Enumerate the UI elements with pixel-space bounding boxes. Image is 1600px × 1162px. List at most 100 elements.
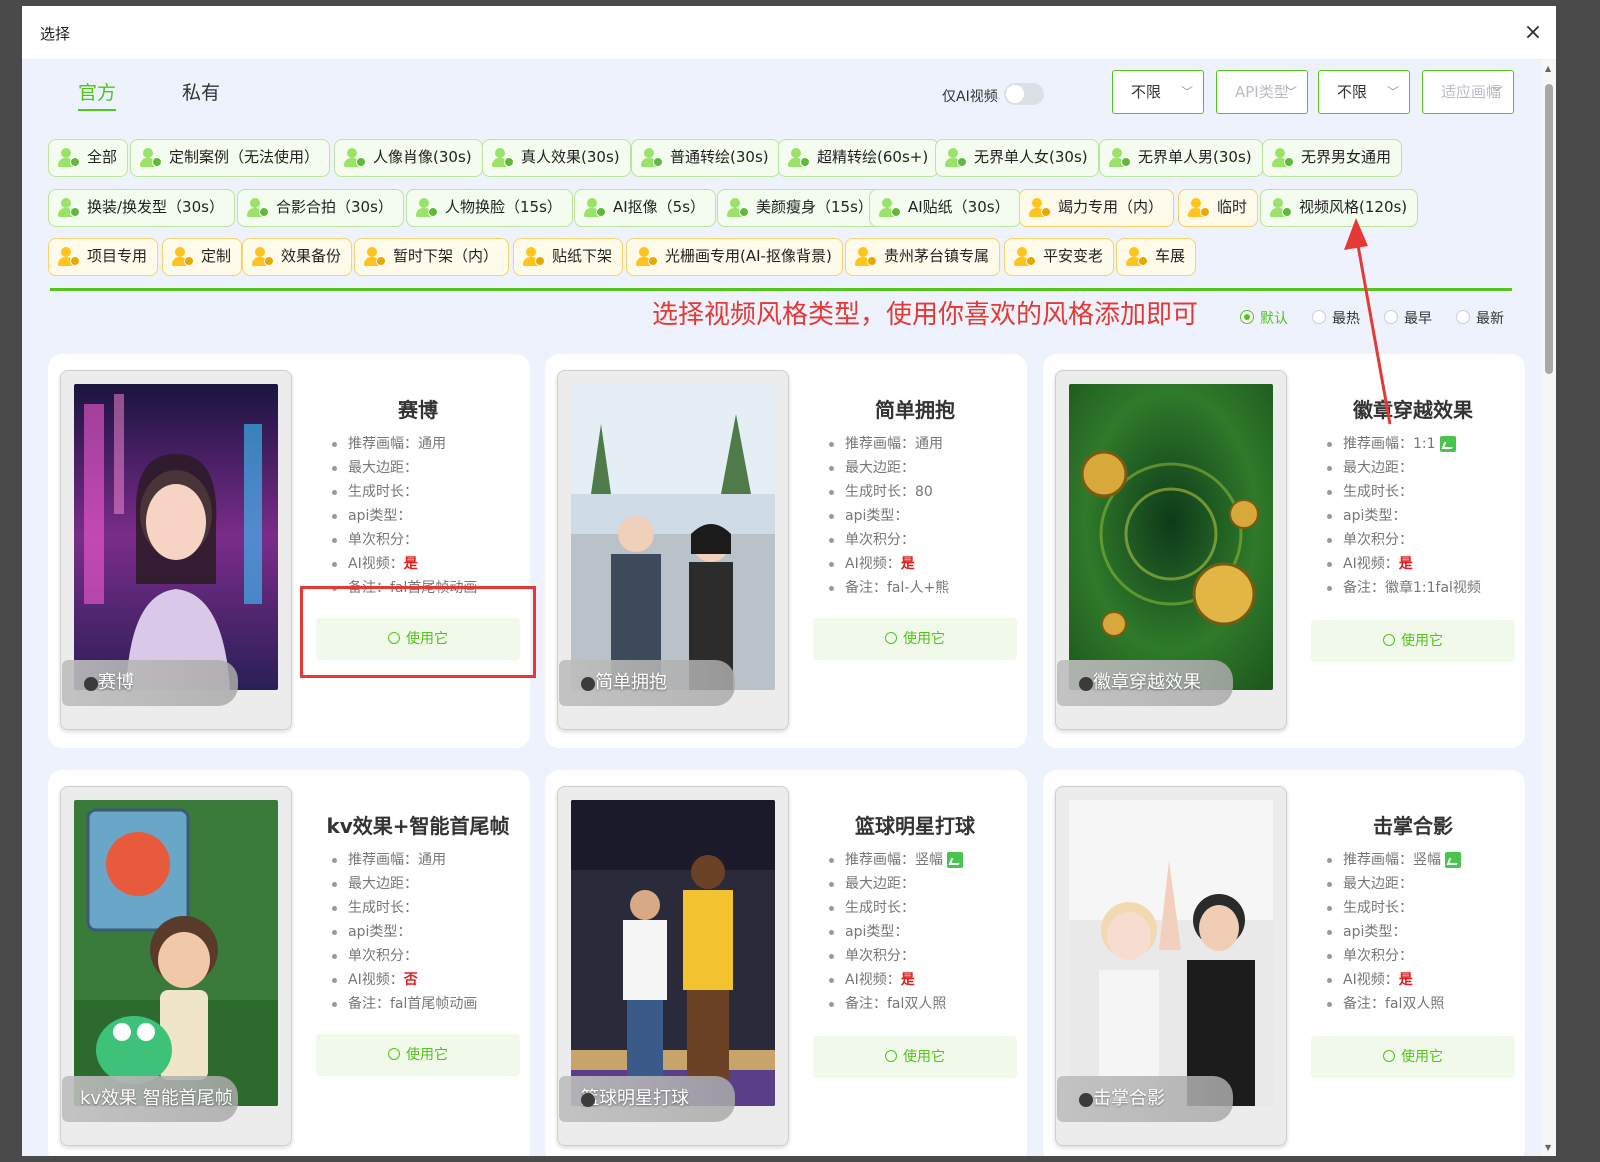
chevron-down-icon: ﹀	[1180, 85, 1193, 99]
card-title: 简单拥抱	[875, 398, 955, 422]
user-icon	[635, 246, 659, 268]
annotation-text: 选择视频风格类型，使用你喜欢的风格添加即可	[652, 300, 1199, 330]
filter-select-1[interactable]: 不限 ﹀	[1112, 70, 1204, 114]
scrollbar-thumb[interactable]	[1545, 84, 1553, 374]
close-icon[interactable]: ×	[1520, 20, 1546, 46]
thumbnail-image	[1069, 800, 1273, 1106]
category-chip[interactable]: 超精转绘(60s+)	[778, 139, 940, 177]
tab-official[interactable]: 官方	[78, 78, 117, 111]
sort-option-default[interactable]: 默认	[1240, 308, 1288, 328]
category-chip[interactable]: 普通转绘(30s)	[631, 139, 780, 177]
filter-select-3[interactable]: 不限 ﹀	[1318, 70, 1410, 114]
thumbnail-caption: 徽章穿越效果	[1057, 660, 1233, 706]
card-properties: 推荐画幅：通用 最大边距： 生成时长：80 api类型： 单次积分： AI视频：…	[829, 432, 949, 600]
use-button[interactable]: 使用它	[316, 1034, 520, 1076]
category-chip[interactable]: 竭力专用（内）	[1019, 189, 1175, 227]
category-chip[interactable]: 人物换脸（15s）	[406, 189, 573, 227]
filter-select-3-value: 不限	[1337, 83, 1368, 101]
template-card: 击掌合影 击掌合影 推荐画幅：竖幅 最大边距： 生成时长： api类型： 单次积…	[1043, 770, 1525, 1156]
vertical-scrollbar[interactable]: ▲ ▼	[1542, 60, 1556, 1156]
category-chip[interactable]: 美颜瘦身（15s）	[717, 189, 884, 227]
use-button[interactable]: 使用它	[1311, 1036, 1515, 1078]
template-card: kv效果 智能首尾帧 kv效果+智能首尾帧 推荐画幅：通用 最大边距： 生成时长…	[48, 770, 530, 1156]
category-chip[interactable]: AI贴纸（30s）	[869, 189, 1021, 227]
chevron-down-icon: ﹀	[1386, 85, 1399, 99]
category-chip[interactable]: 平安变老	[1004, 238, 1115, 276]
user-icon	[1187, 197, 1211, 219]
category-chip[interactable]: 临时	[1178, 189, 1259, 227]
card-title: 击掌合影	[1373, 814, 1453, 838]
highlight-box	[300, 586, 536, 678]
play-dot-icon	[1079, 677, 1093, 691]
scroll-down-arrow-icon[interactable]: ▼	[1545, 1143, 1551, 1152]
card-title: 赛博	[398, 398, 438, 422]
gear-icon	[885, 1050, 897, 1062]
card-properties: 推荐画幅：通用 最大边距： 生成时长： api类型： 单次积分： AI视频：是 …	[332, 432, 477, 600]
user-icon	[171, 246, 195, 268]
card-properties: 推荐画幅：竖幅 最大边距： 生成时长： api类型： 单次积分： AI视频：是 …	[829, 848, 963, 1016]
user-icon	[726, 197, 750, 219]
use-button[interactable]: 使用它	[813, 618, 1017, 660]
category-chip[interactable]: 人像肖像(30s)	[334, 139, 483, 177]
category-chip[interactable]: 合影合拍（30s）	[237, 189, 404, 227]
category-chip[interactable]: 无界男女通用	[1262, 139, 1403, 177]
user-icon	[1013, 246, 1037, 268]
category-chip[interactable]: 效果备份	[242, 238, 353, 276]
thumbnail-image	[74, 384, 278, 690]
use-button[interactable]: 使用它	[813, 1036, 1017, 1078]
template-thumbnail[interactable]: kv效果 智能首尾帧	[60, 786, 292, 1146]
play-dot-icon	[581, 677, 595, 691]
template-thumbnail[interactable]: 赛博	[60, 370, 292, 730]
filter-ratio-select[interactable]: 适应画幅 ﹀	[1422, 70, 1514, 114]
template-thumbnail[interactable]: 篮球明星打球	[557, 786, 789, 1146]
user-icon	[854, 246, 878, 268]
template-thumbnail[interactable]: 击掌合影	[1055, 786, 1287, 1146]
template-card: 简单拥抱 简单拥抱 推荐画幅：通用 最大边距： 生成时长：80 api类型： 单…	[545, 354, 1027, 748]
category-chip[interactable]: 真人效果(30s)	[482, 139, 631, 177]
category-chip[interactable]: 项目专用	[48, 238, 159, 276]
ai-only-label: 仅AI视频	[942, 89, 998, 105]
sort-option-latest[interactable]: 最新	[1456, 308, 1504, 328]
thumbnail-image	[74, 800, 278, 1106]
card-properties: 推荐画幅：1:1 最大边距： 生成时长： api类型： 单次积分： AI视频：是…	[1327, 432, 1481, 600]
select-dialog: 选择 × 官方 私有 仅AI视频 不限 ﹀ API类型 ﹀ 不限 ﹀ 适应画幅 …	[22, 6, 1556, 1156]
category-chip[interactable]: 换装/换发型（30s）	[48, 189, 235, 227]
category-chip[interactable]: 暂时下架（内）	[354, 238, 510, 276]
category-chip[interactable]: 贵州茅台镇专属	[845, 238, 1001, 276]
category-chip[interactable]: 定制	[162, 238, 243, 276]
category-chip[interactable]: 定制案例（无法使用）	[130, 139, 331, 177]
template-thumbnail[interactable]: 简单拥抱	[557, 370, 789, 730]
user-icon	[640, 147, 664, 169]
category-chip[interactable]: 无界单人男(30s)	[1099, 139, 1263, 177]
gear-icon	[1383, 1050, 1395, 1062]
template-thumbnail[interactable]: 徽章穿越效果	[1055, 370, 1287, 730]
thumbnail-image	[571, 800, 775, 1106]
thumbnail-image	[1069, 384, 1273, 690]
gear-icon	[885, 632, 897, 644]
category-chip[interactable]: 无界单人女(30s)	[935, 139, 1099, 177]
category-chip[interactable]: 车展	[1116, 238, 1197, 276]
ai-only-switch[interactable]	[1004, 83, 1044, 105]
annotation-arrow	[1344, 218, 1392, 425]
thumbnail-image	[571, 384, 775, 690]
scroll-up-arrow-icon[interactable]: ▲	[1545, 64, 1551, 73]
user-icon	[57, 147, 81, 169]
user-icon	[1108, 147, 1132, 169]
category-chip[interactable]: 光栅画专用(AI-抠像背景)	[626, 238, 843, 276]
card-properties: 推荐画幅：竖幅 最大边距： 生成时长： api类型： 单次积分： AI视频：是 …	[1327, 848, 1461, 1016]
dialog-body: 官方 私有 仅AI视频 不限 ﹀ API类型 ﹀ 不限 ﹀ 适应画幅 ﹀ 全部 …	[22, 60, 1556, 1156]
template-card: 徽章穿越效果 徽章穿越效果 推荐画幅：1:1 最大边距： 生成时长： api类型…	[1043, 354, 1525, 748]
user-icon	[878, 197, 902, 219]
user-icon	[246, 197, 270, 219]
category-chip[interactable]: 全部	[48, 139, 129, 177]
filter-api-type-select[interactable]: API类型 ﹀	[1216, 70, 1308, 114]
user-icon	[491, 147, 515, 169]
category-chip[interactable]: 贴纸下架	[513, 238, 624, 276]
use-button[interactable]: 使用它	[1311, 620, 1515, 662]
user-icon	[1028, 197, 1052, 219]
tab-private[interactable]: 私有	[182, 78, 220, 109]
user-icon	[787, 147, 811, 169]
category-chip[interactable]: AI抠像（5s）	[574, 189, 717, 227]
image-placeholder-icon	[1445, 852, 1461, 868]
user-icon	[139, 147, 163, 169]
